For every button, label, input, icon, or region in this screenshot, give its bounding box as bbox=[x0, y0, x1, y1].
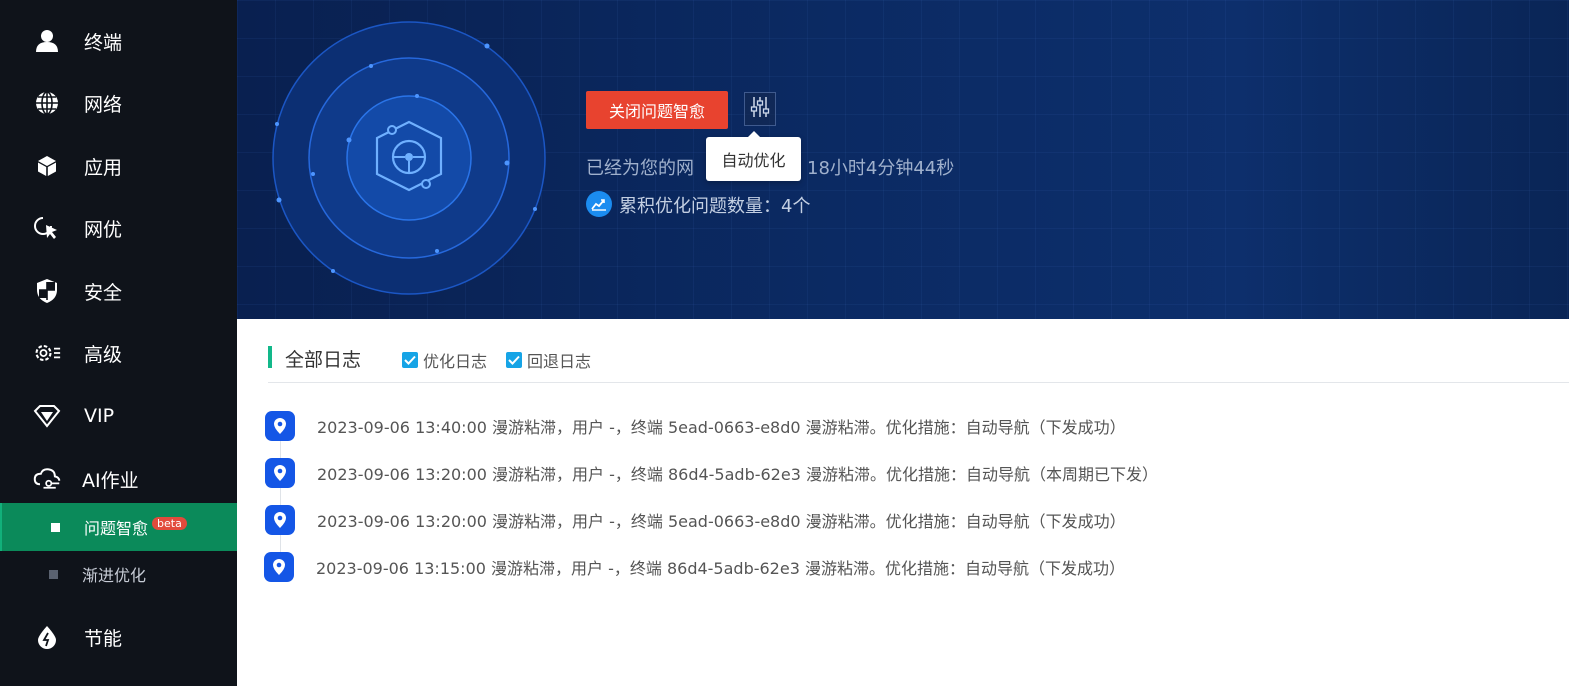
timeline-line bbox=[280, 426, 281, 566]
sidebar-item-vip[interactable]: VIP bbox=[0, 392, 237, 440]
log-entry: 2023-09-06 13:40:00 漫游粘滞，用户 -，终端 5ead-06… bbox=[265, 411, 1126, 441]
sidebar-item-label: 节能 bbox=[84, 627, 123, 650]
log-entry: 2023-09-06 13:15:00 漫游粘滞，用户 -，终端 86d4-5a… bbox=[264, 552, 1125, 582]
sidebar-item-ai-ops[interactable]: AI作业 bbox=[0, 455, 237, 503]
shield-icon bbox=[33, 277, 61, 305]
sidebar-item-label: 网优 bbox=[84, 218, 123, 241]
sidebar: 终端 网络 应用 网优 安全 高级 VIP AI作业 问题智愈 beta 渐进优… bbox=[0, 0, 237, 686]
filter-label: 优化日志 bbox=[423, 352, 488, 371]
sidebar-item-advanced[interactable]: 高级 bbox=[0, 329, 237, 377]
close-healing-button[interactable]: 关闭问题智愈 bbox=[586, 91, 728, 129]
beta-badge: beta bbox=[152, 517, 187, 530]
cloud-ai-icon bbox=[33, 465, 61, 493]
healing-duration-text: 已经为您的网 18小时4分钟44秒 bbox=[586, 154, 954, 180]
log-entry: 2023-09-06 13:20:00 漫游粘滞，用户 -，终端 5ead-06… bbox=[265, 505, 1126, 535]
sidebar-item-label: 网络 bbox=[84, 93, 123, 116]
sidebar-subitem-problem-healing[interactable]: 问题智愈 beta bbox=[0, 503, 237, 551]
sidebar-item-label: AI作业 bbox=[82, 469, 139, 492]
status-prefix: 已经为您的网 bbox=[586, 158, 694, 179]
sidebar-item-terminal[interactable]: 终端 bbox=[0, 17, 237, 65]
section-accent-bar bbox=[268, 346, 272, 368]
location-pin-icon bbox=[265, 458, 295, 488]
sidebar-item-label: 高级 bbox=[84, 343, 123, 366]
log-entry-text: 2023-09-06 13:15:00 漫游粘滞，用户 -，终端 86d4-5a… bbox=[316, 559, 1125, 578]
location-pin-icon bbox=[264, 552, 294, 582]
sidebar-item-label: 应用 bbox=[84, 156, 123, 179]
sidebar-item-security[interactable]: 安全 bbox=[0, 267, 237, 315]
sidebar-item-label: 安全 bbox=[84, 281, 123, 304]
diamond-icon bbox=[33, 402, 61, 430]
gear-icon bbox=[33, 339, 61, 367]
sidebar-item-optimize[interactable]: 网优 bbox=[0, 204, 237, 252]
cursor-click-icon bbox=[33, 214, 61, 242]
sidebar-item-app[interactable]: 应用 bbox=[0, 142, 237, 190]
healing-radar-graphic bbox=[272, 21, 546, 295]
cube-icon bbox=[33, 152, 61, 180]
log-entry-text: 2023-09-06 13:20:00 漫游粘滞，用户 -，终端 86d4-5a… bbox=[317, 465, 1158, 484]
location-pin-icon bbox=[265, 505, 295, 535]
sidebar-item-energy[interactable]: 节能 bbox=[0, 613, 237, 661]
globe-icon bbox=[33, 89, 61, 117]
user-icon bbox=[33, 27, 61, 55]
filter-label: 回退日志 bbox=[527, 352, 592, 371]
status-duration: 18小时4分钟44秒 bbox=[807, 158, 955, 179]
bullet-icon bbox=[49, 569, 58, 579]
sliders-icon bbox=[750, 96, 770, 122]
checkbox-checked-icon bbox=[402, 352, 418, 368]
sidebar-item-label: 终端 bbox=[84, 31, 123, 54]
log-title: 全部日志 bbox=[285, 349, 362, 371]
settings-button[interactable] bbox=[744, 92, 776, 126]
checkbox-checked-icon bbox=[506, 352, 522, 368]
sidebar-subitem-label: 渐进优化 bbox=[82, 566, 147, 585]
hero-banner: 关闭问题智愈 已经为您的网 18小时4分钟44秒 自动优化 累积优化问题数量：4… bbox=[237, 0, 1569, 319]
log-entry-text: 2023-09-06 13:40:00 漫游粘滞，用户 -，终端 5ead-06… bbox=[317, 418, 1126, 437]
optimized-count-text: 累积优化问题数量：4个 bbox=[619, 196, 811, 217]
sidebar-subitem-progressive-optimize[interactable]: 渐进优化 bbox=[0, 550, 237, 598]
trend-chart-icon bbox=[586, 191, 612, 217]
log-entry-text: 2023-09-06 13:20:00 漫游粘滞，用户 -，终端 5ead-06… bbox=[317, 512, 1126, 531]
sidebar-item-label: VIP bbox=[84, 405, 115, 427]
bullet-icon bbox=[51, 522, 60, 532]
sidebar-item-network[interactable]: 网络 bbox=[0, 79, 237, 127]
divider bbox=[268, 382, 1569, 383]
log-entry: 2023-09-06 13:20:00 漫游粘滞，用户 -，终端 86d4-5a… bbox=[265, 458, 1158, 488]
sidebar-subitem-label: 问题智愈 bbox=[84, 519, 149, 538]
filter-rollback-log-checkbox[interactable]: 回退日志 bbox=[506, 348, 591, 372]
location-pin-icon bbox=[265, 411, 295, 441]
auto-optimize-tooltip: 自动优化 bbox=[706, 131, 801, 181]
leaf-icon bbox=[33, 623, 61, 651]
filter-optimize-log-checkbox[interactable]: 优化日志 bbox=[402, 348, 487, 372]
